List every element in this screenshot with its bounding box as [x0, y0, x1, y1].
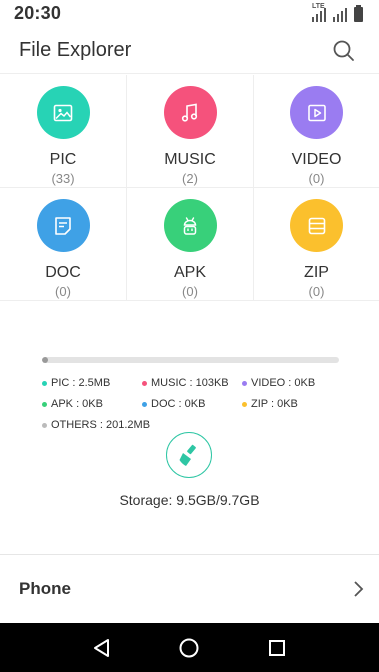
music-note-icon — [163, 86, 217, 139]
divider — [0, 554, 379, 555]
category-count: (0) — [308, 284, 325, 299]
clean-button[interactable] — [166, 432, 212, 478]
category-count: (0) — [182, 284, 198, 299]
archive-icon — [290, 199, 343, 252]
storage-progress-fill — [42, 357, 48, 363]
legend-label: OTHERS : 201.2MB — [51, 419, 151, 431]
category-apk[interactable]: APK (0) — [127, 188, 254, 301]
category-zip[interactable]: ZIP (0) — [254, 188, 379, 301]
back-button[interactable] — [89, 635, 115, 661]
broom-icon — [179, 444, 196, 466]
status-time: 20:30 — [14, 2, 62, 23]
category-label: APK — [173, 264, 206, 281]
legend-dot — [242, 380, 247, 386]
navigation-bar — [0, 623, 379, 672]
category-count: (0) — [55, 284, 71, 299]
legend-dot — [42, 401, 47, 407]
legend-label: ZIP : 0KB — [251, 398, 298, 410]
legend-item-doc: DOC : 0KB — [142, 397, 242, 411]
android-icon — [163, 199, 217, 252]
storage-summary: Storage: 9.5GB/9.7GB — [119, 492, 260, 508]
legend-dot — [142, 401, 147, 407]
legend-label: DOC : 0KB — [151, 398, 206, 410]
category-label: DOC — [45, 264, 81, 281]
lte-signal-icon: LTE — [312, 3, 327, 22]
storage-legend: PIC : 2.5MB MUSIC : 103KB VIDEO : 0KB AP… — [42, 376, 342, 439]
status-bar: 20:30 LTE — [0, 0, 379, 26]
legend-item-pic: PIC : 2.5MB — [42, 376, 142, 390]
search-icon — [333, 40, 354, 61]
recents-button[interactable] — [264, 635, 290, 661]
status-icons: LTE — [312, 3, 363, 22]
legend-label: VIDEO : 0KB — [251, 377, 316, 389]
category-video[interactable]: VIDEO (0) — [254, 75, 379, 188]
signal-icon — [333, 6, 348, 22]
back-icon — [93, 638, 109, 657]
chevron-right-icon — [354, 581, 364, 597]
category-label: ZIP — [304, 264, 329, 281]
image-icon — [36, 86, 90, 139]
category-label: PIC — [49, 151, 77, 168]
home-button[interactable] — [176, 635, 202, 661]
document-icon — [36, 199, 90, 252]
legend-dot — [42, 380, 47, 386]
legend-item-video: VIDEO : 0KB — [242, 376, 342, 390]
category-music[interactable]: MUSIC (2) — [127, 75, 254, 188]
category-count: (2) — [182, 171, 198, 186]
category-grid: PIC (33) MUSIC (2) VIDEO (0) DOC (0) APK… — [0, 75, 379, 302]
legend-label: APK : 0KB — [51, 398, 103, 410]
page-title: File Explorer — [19, 39, 132, 61]
category-pic[interactable]: PIC (33) — [0, 75, 127, 188]
home-icon — [179, 638, 199, 657]
phone-label: Phone — [19, 579, 71, 598]
category-label: VIDEO — [291, 151, 342, 168]
battery-icon — [354, 5, 363, 22]
phone-storage-item[interactable]: Phone — [0, 566, 379, 612]
legend-dot — [142, 380, 147, 386]
legend-label: MUSIC : 103KB — [151, 377, 229, 389]
legend-item-others: OTHERS : 201.2MB — [42, 418, 202, 432]
category-count: (0) — [308, 171, 325, 186]
category-label: MUSIC — [164, 151, 216, 168]
legend-dot — [42, 422, 47, 428]
category-count: (33) — [51, 171, 75, 186]
legend-item-music: MUSIC : 103KB — [142, 376, 242, 390]
legend-item-apk: APK : 0KB — [42, 397, 142, 411]
legend-label: PIC : 2.5MB — [51, 377, 111, 389]
play-icon — [290, 86, 343, 139]
search-button[interactable] — [331, 38, 357, 64]
recents-icon — [269, 639, 286, 656]
legend-dot — [242, 401, 247, 407]
legend-item-zip: ZIP : 0KB — [242, 397, 342, 411]
app-bar: File Explorer — [0, 28, 379, 74]
category-doc[interactable]: DOC (0) — [0, 188, 127, 301]
storage-progress-bar — [42, 357, 339, 363]
